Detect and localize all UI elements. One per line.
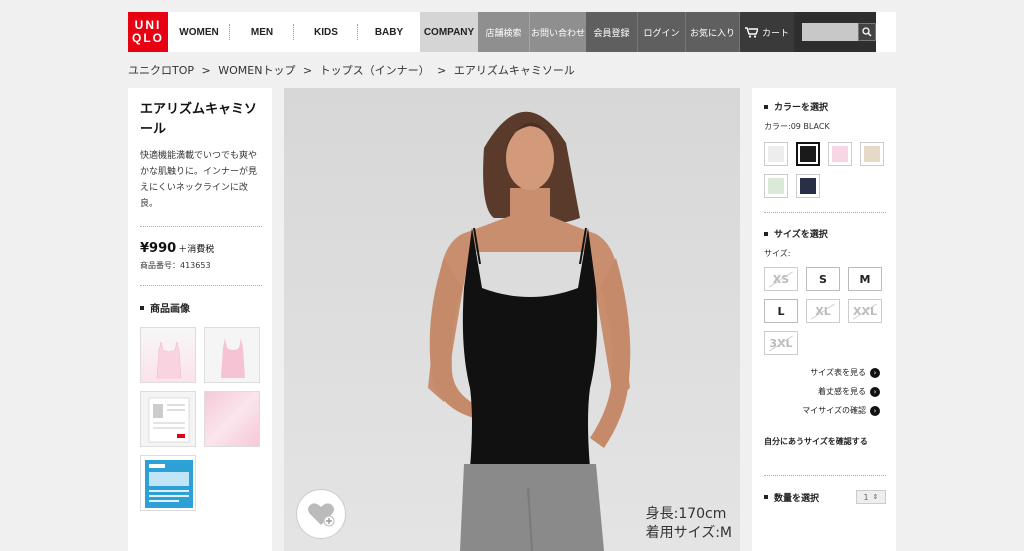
thumbnail-detail-sheet[interactable] [140, 391, 196, 447]
model-height: 身長:170cm [645, 506, 727, 522]
thumbnail-front[interactable] [140, 327, 196, 383]
cart-label: カート [761, 27, 789, 38]
color-label: カラー:09 BLACK [764, 122, 830, 131]
quantity-value: 1 [863, 492, 869, 502]
color-swatch-beige[interactable] [860, 142, 884, 166]
nav-company[interactable]: COMPANY [420, 12, 478, 52]
fit-label: 着丈感を見る [818, 387, 866, 396]
images-heading: 商品画像 [140, 300, 262, 315]
document-thumb-icon [148, 397, 190, 443]
camisole-thumb-icon [156, 341, 182, 379]
model-info: 身長:170cm 着用サイズ:M [646, 505, 732, 543]
uniqlo-logo[interactable]: UNI QLO [128, 12, 168, 52]
thumbnail-back[interactable] [204, 327, 260, 383]
breadcrumb-top[interactable]: ユニクロTOP [128, 64, 194, 77]
stepper-icon: ⇕ [872, 493, 879, 501]
nav-men[interactable]: MEN [230, 12, 294, 52]
my-size-label: マイサイズの確認 [802, 406, 866, 415]
search-area [794, 12, 876, 52]
size-chart-link[interactable]: サイズ表を見る › [764, 367, 886, 378]
options-panel: カラーを選択 カラー:09 BLACK サイズを選択 サイズ: XS S M L… [752, 88, 896, 551]
search-button[interactable] [858, 23, 876, 41]
nav-kids[interactable]: KIDS [294, 12, 358, 52]
nav-baby[interactable]: BABY [358, 12, 420, 52]
product-main-image[interactable]: 身長:170cm 着用サイズ:M [284, 88, 740, 551]
thumbnail-grid [140, 327, 262, 511]
logo-text-bottom: QLO [132, 31, 164, 45]
product-price: ¥990 ＋消費税 [140, 241, 262, 256]
product-title: エアリズムキャミソール [140, 102, 258, 137]
product-sku: 商品番号：413653 [140, 261, 211, 270]
tax-note: ＋消費税 [178, 245, 215, 255]
size-xs[interactable]: XS [764, 267, 798, 291]
product-info-panel: エアリズムキャミソール 快適機能満載でいつでも爽やかな肌触りに。インナーが見えに… [128, 88, 272, 551]
global-header: UNI QLO WOMEN MEN KIDS BABY COMPANY 店舗検索… [128, 12, 896, 52]
nav-favorites[interactable]: お気に入り [686, 12, 740, 52]
arrow-right-icon: › [870, 367, 880, 378]
size-chart-label: サイズ表を見る [810, 368, 866, 377]
color-swatch-navy[interactable] [796, 174, 820, 198]
breadcrumb-current: エアリズムキャミソール [453, 64, 575, 77]
nav-store-search[interactable]: 店舗検索 [478, 12, 530, 52]
nav-register[interactable]: 会員登録 [586, 12, 638, 52]
breadcrumb: ユニクロTOP > WOMENトップ > トップス（インナー） > エアリズムキ… [128, 62, 579, 78]
size-l[interactable]: L [764, 299, 798, 323]
heart-plus-icon [308, 503, 335, 527]
breadcrumb-sep: > [302, 64, 313, 77]
color-swatch-green[interactable] [764, 174, 788, 198]
divider [764, 212, 886, 213]
size-heading: サイズを選択 [764, 227, 886, 240]
color-swatch-white[interactable] [764, 142, 788, 166]
thumbnail-fabric[interactable] [204, 391, 260, 447]
main-nav: WOMEN MEN KIDS BABY COMPANY 店舗検索 お問い合わせ … [168, 12, 794, 52]
color-swatch-black[interactable] [796, 142, 820, 166]
nav-women[interactable]: WOMEN [168, 12, 230, 52]
quantity-heading: 数量を選択 [764, 491, 819, 504]
divider [140, 226, 262, 227]
color-heading: カラーを選択 [764, 100, 886, 113]
color-swatch-pink[interactable] [828, 142, 852, 166]
size-3xl[interactable]: 3XL [764, 331, 798, 355]
model-image [428, 111, 631, 551]
arrow-right-icon: › [870, 386, 880, 397]
search-icon [862, 27, 872, 37]
color-swatches [764, 142, 886, 198]
size-xxl[interactable]: XXL [848, 299, 882, 323]
price-value: ¥990 [140, 241, 177, 256]
size-xl[interactable]: XL [806, 299, 840, 323]
breadcrumb-sep: > [437, 64, 447, 77]
size-s[interactable]: S [806, 267, 840, 291]
breadcrumb-tops[interactable]: トップス（インナー） [320, 64, 430, 77]
my-size-link[interactable]: マイサイズの確認 › [764, 405, 886, 416]
divider [140, 285, 262, 286]
product-description: 快適機能満載でいつでも爽やかな肌触りに。インナーが見えにくいネックラインに改良。 [140, 151, 258, 209]
arrow-right-icon: › [870, 405, 880, 416]
fit-link[interactable]: 着丈感を見る › [764, 386, 886, 397]
size-m[interactable]: M [848, 267, 882, 291]
size-options: XS S M L XL XXL 3XL [764, 267, 886, 355]
nav-contact[interactable]: お問い合わせ [530, 12, 586, 52]
nav-cart[interactable]: カート [740, 12, 794, 52]
model-size: 着用サイズ:M [645, 525, 732, 541]
search-input[interactable] [802, 23, 858, 41]
divider [764, 475, 886, 476]
thumbnail-info[interactable] [140, 455, 196, 511]
nav-login[interactable]: ログイン [638, 12, 686, 52]
info-thumb-icon [141, 456, 195, 510]
favorite-button[interactable] [296, 489, 346, 539]
camisole-thumb-icon [205, 328, 259, 382]
find-size-link[interactable]: 自分にあうサイズを確認する [764, 436, 886, 447]
breadcrumb-sep: > [201, 64, 211, 77]
breadcrumb-women[interactable]: WOMENトップ [218, 64, 295, 77]
cart-icon [744, 26, 758, 38]
size-label: サイズ: [764, 249, 791, 258]
quantity-select[interactable]: 1 ⇕ [856, 490, 886, 504]
quantity-row: 数量を選択 1 ⇕ [764, 490, 886, 504]
